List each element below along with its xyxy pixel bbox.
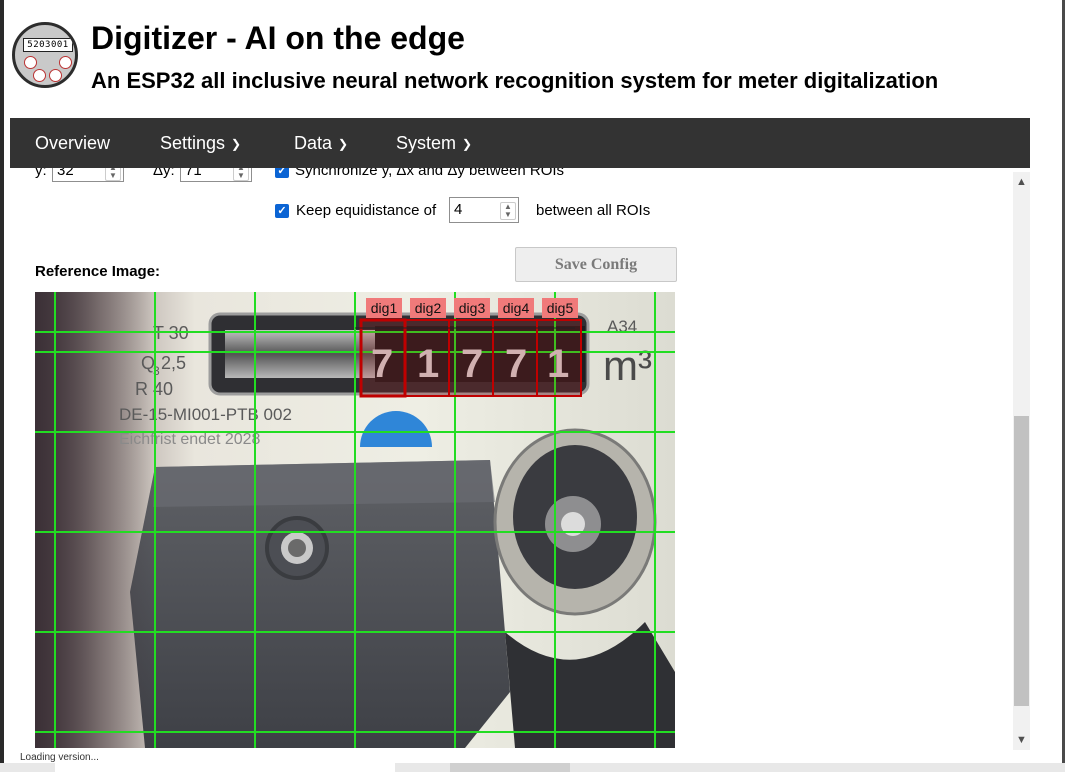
roi-label-dig5: dig5 xyxy=(547,300,574,316)
chevron-up-icon[interactable]: ▲ xyxy=(1013,174,1030,190)
nav-data[interactable]: Data ❯ xyxy=(294,118,348,168)
logo-dial-icon xyxy=(49,69,62,82)
save-config-button[interactable]: Save Config xyxy=(515,247,677,282)
logo-counter-text: 5203001 xyxy=(23,38,73,52)
equidistance-suffix-label: between all ROIs xyxy=(536,202,651,219)
nav-settings-label: Settings xyxy=(160,133,226,153)
roi-box-dig2[interactable] xyxy=(404,319,450,397)
equidistance-input[interactable]: 4 ▲ ▼ xyxy=(449,197,519,223)
page-subtitle: An ESP32 all inclusive neural network re… xyxy=(91,68,939,93)
scrollbar-thumb[interactable] xyxy=(1014,416,1029,706)
status-text: Loading version... xyxy=(20,752,99,763)
meter-text-eich: Eichfrist endet 2028 xyxy=(119,431,261,448)
equidistance-input-value: 4 xyxy=(454,201,463,218)
roi-label-dig1: dig1 xyxy=(371,300,398,316)
settings-content: y: 32 ▲▼ Δy: 71 ▲▼ ✓ Synchronize y, Δx a… xyxy=(10,168,1014,752)
roi-label-dig4: dig4 xyxy=(503,300,530,316)
nav-system[interactable]: System ❯ xyxy=(396,118,472,168)
main-navbar: Overview Settings ❯ Data ❯ System ❯ xyxy=(10,118,1030,168)
nav-overview-label: Overview xyxy=(35,133,111,153)
bottom-bar xyxy=(0,763,1065,772)
nav-system-label: System xyxy=(396,133,457,153)
sync-label: Synchronize y, Δx and Δy between ROIs xyxy=(295,168,565,179)
roi-box-dig3[interactable] xyxy=(448,319,494,397)
window-edge-left xyxy=(0,0,4,772)
y-label: y: xyxy=(35,168,47,179)
reference-image-label: Reference Image: xyxy=(35,263,161,280)
meter-text-q-val: 2,5 xyxy=(161,353,186,373)
chevron-down-icon: ❯ xyxy=(231,137,242,151)
chevron-down-icon: ❯ xyxy=(338,137,349,151)
logo-dial-icon xyxy=(33,69,46,82)
spinner-icon[interactable]: ▲▼ xyxy=(105,168,121,181)
meter-text-unit: m³ xyxy=(603,342,652,389)
spinner-icon[interactable]: ▲▼ xyxy=(233,168,249,181)
bottom-segment xyxy=(55,763,395,772)
equidistance-checkbox[interactable]: ✓ xyxy=(275,204,289,218)
equidistance-prefix-label: Keep equidistance of xyxy=(296,202,437,219)
sync-checkbox[interactable]: ✓ xyxy=(275,168,289,178)
chevron-down-icon: ❯ xyxy=(462,137,473,151)
app-logo: 5203001 xyxy=(12,22,78,88)
meter-text-serial: DE-15-MI001-PTB 002 xyxy=(119,405,292,424)
page-title: Digitizer - AI on the edge xyxy=(91,20,465,56)
bottom-segment xyxy=(450,763,570,772)
roi-box-dig4[interactable] xyxy=(492,319,538,397)
y-input-value: 32 xyxy=(57,168,74,179)
dy-label: Δy: xyxy=(153,168,175,179)
roi-box-dig1[interactable] xyxy=(359,318,407,398)
logo-dial-icon xyxy=(24,56,37,69)
roi-label-dig2: dig2 xyxy=(415,300,442,316)
dy-input-value: 71 xyxy=(185,168,202,179)
nav-data-label: Data xyxy=(294,133,333,153)
y-input[interactable]: 32 ▲▼ xyxy=(52,168,124,182)
dy-input[interactable]: 71 ▲▼ xyxy=(180,168,252,182)
spinner-icon[interactable]: ▲▼ xyxy=(500,202,516,220)
roi-box-dig5[interactable] xyxy=(536,319,582,397)
chevron-down-icon[interactable]: ▼ xyxy=(1013,732,1030,748)
content-scrollbar[interactable]: ▲ ▼ xyxy=(1013,172,1030,750)
reference-image[interactable]: T 30 Q 3 2,5 R 40 DE-15-MI001-PTB 002 Ei… xyxy=(35,292,675,748)
meter-text-a34: A34 xyxy=(607,317,637,336)
nav-overview[interactable]: Overview xyxy=(35,118,110,168)
logo-dial-icon xyxy=(59,56,72,69)
nav-settings[interactable]: Settings ❯ xyxy=(160,118,241,168)
roi-label-dig3: dig3 xyxy=(459,300,486,316)
